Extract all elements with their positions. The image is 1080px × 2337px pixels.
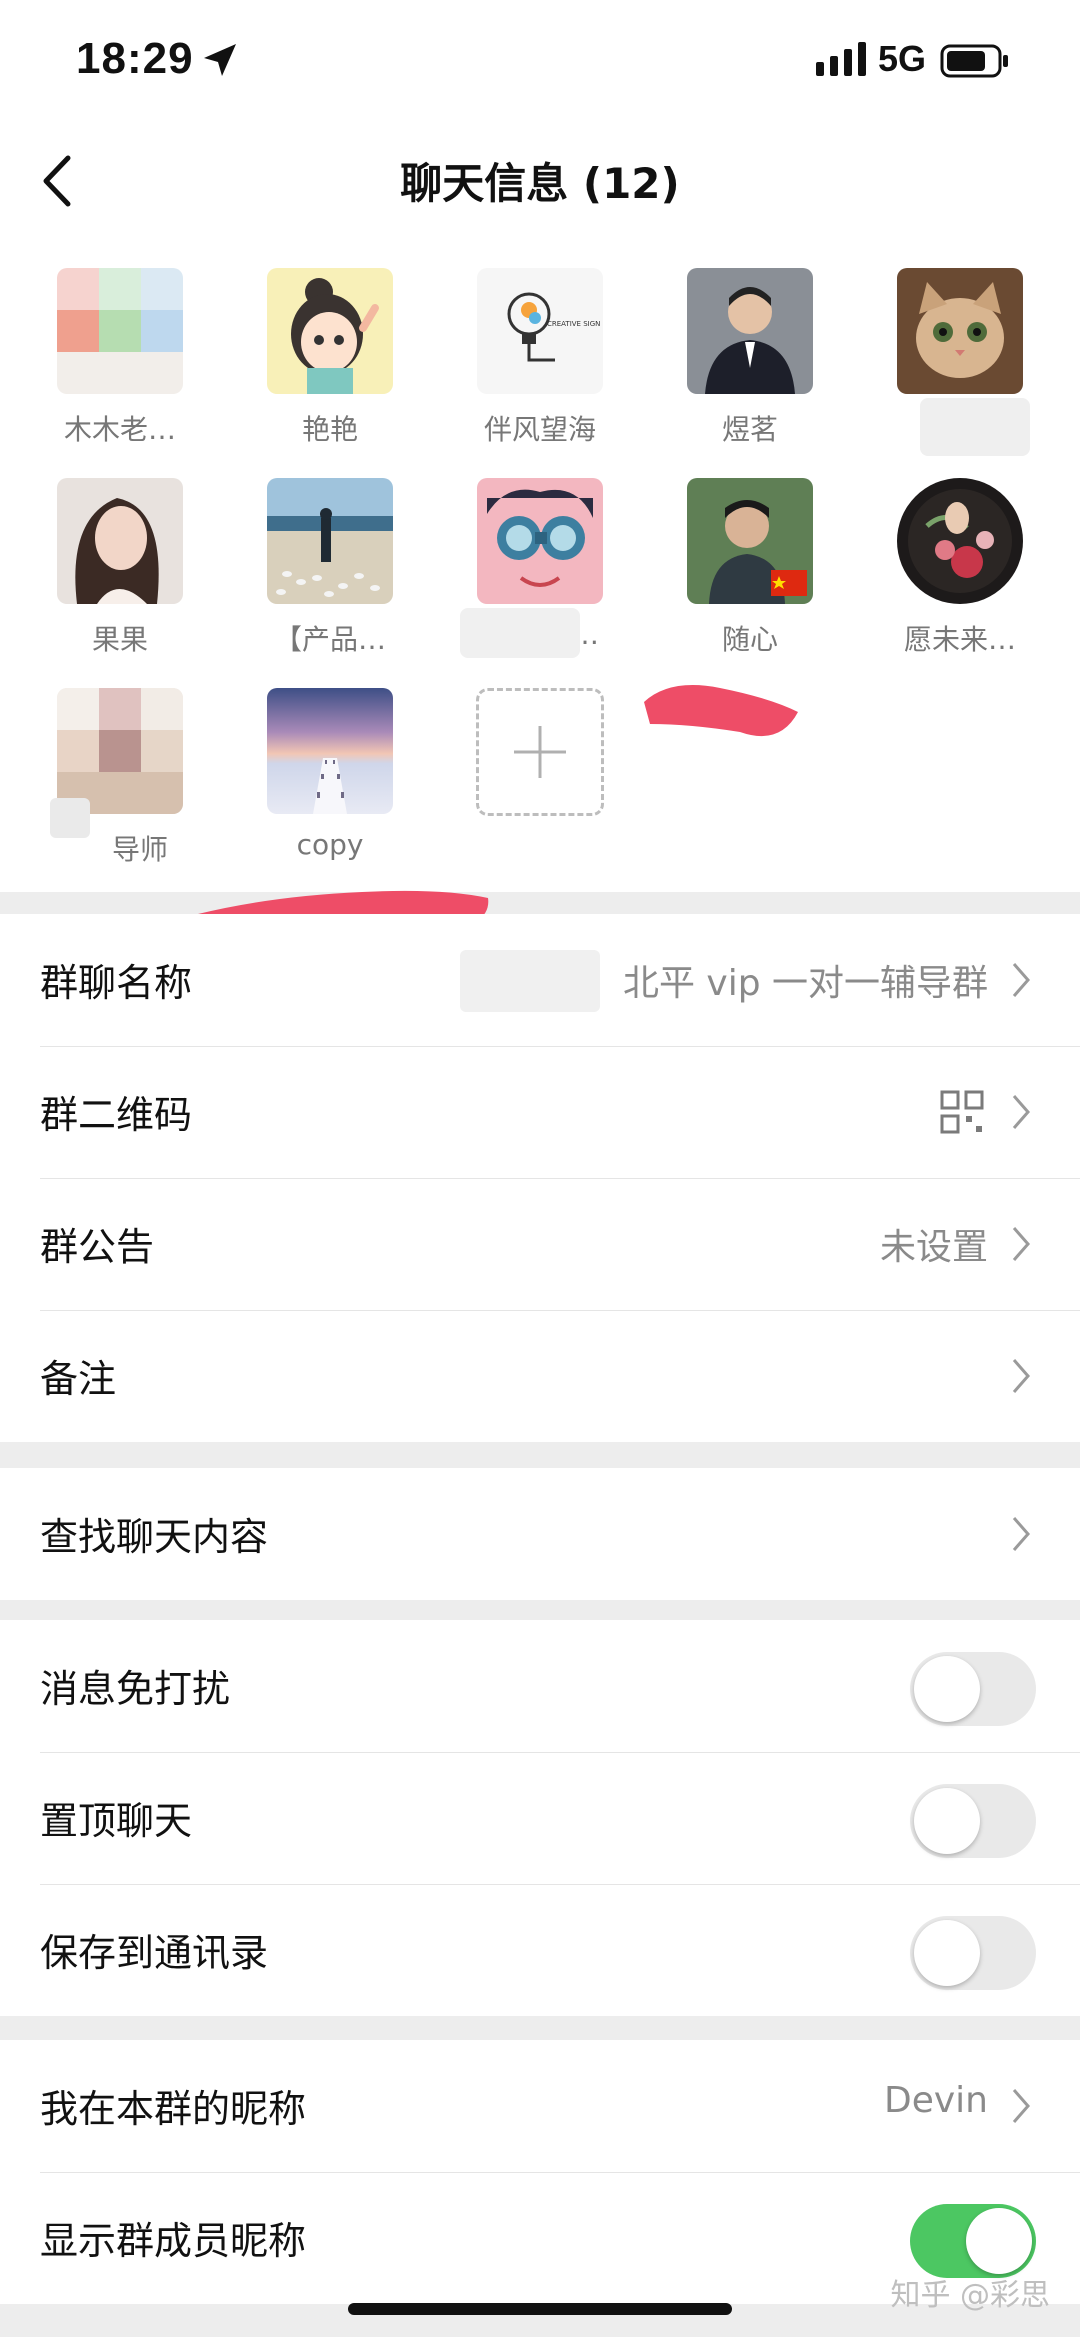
member-name: 【产品… <box>273 623 386 656</box>
member-name: 愿未来… <box>903 623 1016 656</box>
plus-icon <box>514 726 566 778</box>
floral-art-avatar <box>897 478 1023 604</box>
show-nicknames-toggle[interactable] <box>910 2204 1036 2278</box>
add-member-button[interactable] <box>476 688 604 816</box>
chevron-right-icon <box>1012 1227 1030 1261</box>
man-in-suit-avatar <box>687 268 813 394</box>
mute-toggle[interactable] <box>910 1652 1036 1726</box>
member-tile[interactable]: 愿未来… <box>875 478 1045 658</box>
remark-label: 备注 <box>40 1357 117 1401</box>
group-qr-row[interactable]: 群二维码 <box>0 1046 1080 1178</box>
beach-birds-avatar <box>267 478 393 604</box>
member-name: 随心 <box>721 623 778 656</box>
nav-bar: 聊天信息 (12) <box>0 120 1080 250</box>
save-contacts-row: 保存到通讯录 <box>0 1884 1080 2016</box>
member-tile[interactable]: 导师 <box>35 688 205 868</box>
member-tile[interactable]: 【产品… <box>245 478 415 658</box>
status-bar: 18:29 5G <box>0 0 1080 120</box>
group-name-label: 群聊名称 <box>40 961 193 1005</box>
network-label: 5G <box>878 38 927 79</box>
save-contacts-label: 保存到通讯录 <box>40 1931 269 1975</box>
search-chat-row[interactable]: 查找聊天内容 <box>0 1468 1080 1600</box>
battery-icon <box>940 44 1008 78</box>
search-section: 查找聊天内容 <box>0 1468 1080 1600</box>
pier-sunset-avatar <box>267 688 393 814</box>
pin-top-toggle[interactable] <box>910 1784 1036 1858</box>
member-name: copy <box>296 828 364 861</box>
member-tile[interactable]: 木木老… <box>35 268 205 448</box>
lightbulb-logo-avatar: CREATIVE SIGN <box>477 268 603 394</box>
status-time: 18:29 <box>76 34 194 83</box>
privacy-blur <box>460 950 600 1012</box>
location-arrow-icon <box>204 44 236 76</box>
announcement-row[interactable]: 群公告 未设置 <box>0 1178 1080 1310</box>
member-tile[interactable]: CREATIVE SIGN 伴风望海 <box>455 268 625 448</box>
member-tile[interactable]: 随心 <box>665 478 835 658</box>
privacy-blur <box>460 608 580 658</box>
qr-code-icon <box>940 1090 984 1134</box>
mute-row: 消息免打扰 <box>0 1620 1080 1752</box>
chevron-right-icon <box>1012 2089 1030 2123</box>
home-indicator <box>348 2303 732 2315</box>
chevron-right-icon <box>1012 1517 1030 1551</box>
add-member-tile[interactable] <box>455 688 625 816</box>
censor-scribble <box>644 685 798 737</box>
chat-toggles-section: 消息免打扰 置顶聊天 保存到通讯录 <box>0 1620 1080 2016</box>
member-name: 艳艳 <box>301 413 358 446</box>
member-tile[interactable]: 煜茗 <box>665 268 835 448</box>
member-tile[interactable]: copy <box>245 688 415 861</box>
group-name-value: 北平 vip 一对一辅导群 <box>622 963 988 1004</box>
show-nicknames-label: 显示群成员昵称 <box>40 2219 307 2263</box>
cat-avatar <box>897 268 1023 394</box>
blurred-person-avatar <box>57 688 183 814</box>
chevron-right-icon <box>1012 963 1030 997</box>
pin-top-label: 置顶聊天 <box>40 1799 193 1843</box>
group-settings-section: 群聊名称 北平 vip 一对一辅导群 群二维码 群公告 未设置 备注 <box>0 914 1080 1442</box>
cartoon-binoculars-avatar <box>477 478 603 604</box>
announcement-label: 群公告 <box>40 1225 155 1269</box>
remark-row[interactable]: 备注 <box>0 1310 1080 1442</box>
chevron-right-icon <box>1012 1359 1030 1393</box>
svg-text:CREATIVE SIGN: CREATIVE SIGN <box>547 320 600 328</box>
save-contacts-toggle[interactable] <box>910 1916 1036 1990</box>
man-flag-avatar <box>687 478 813 604</box>
signal-icon <box>816 42 866 76</box>
woman-portrait-avatar <box>57 478 183 604</box>
group-qr-label: 群二维码 <box>40 1093 193 1137</box>
member-name: 伴风望海 <box>483 413 596 446</box>
member-name: 煜茗 <box>721 413 778 446</box>
privacy-blur <box>50 798 90 838</box>
member-tile[interactable] <box>875 268 1045 408</box>
member-tile[interactable]: 艳艳 <box>245 268 415 448</box>
my-nickname-value: Devin <box>884 2080 988 2121</box>
cartoon-girl-avatar <box>267 268 393 394</box>
announcement-value: 未设置 <box>879 1227 988 1268</box>
chevron-right-icon <box>1012 1095 1030 1129</box>
member-name: 果果 <box>91 623 148 656</box>
page-title: 聊天信息 (12) <box>400 159 680 208</box>
mosaic-blurred-avatar <box>57 268 183 394</box>
pin-top-row: 置顶聊天 <box>0 1752 1080 1884</box>
my-nickname-label: 我在本群的昵称 <box>40 2087 307 2131</box>
my-nickname-row[interactable]: 我在本群的昵称 Devin <box>0 2040 1080 2172</box>
watermark: 知乎 @彩思 <box>890 2278 1050 2313</box>
group-name-row[interactable]: 群聊名称 北平 vip 一对一辅导群 <box>0 914 1080 1046</box>
search-chat-label: 查找聊天内容 <box>40 1515 269 1559</box>
nickname-section: 我在本群的昵称 Devin 显示群成员昵称 <box>0 2040 1080 2304</box>
member-tile[interactable]: 果果 <box>35 478 205 658</box>
privacy-blur <box>920 398 1030 456</box>
members-grid: 木木老… 艳艳 CREATIVE SIGN 伴风望海 煜茗 果果 【产品… … … <box>0 250 1080 892</box>
mute-label: 消息免打扰 <box>40 1667 231 1711</box>
member-name: 木木老… <box>63 413 176 446</box>
